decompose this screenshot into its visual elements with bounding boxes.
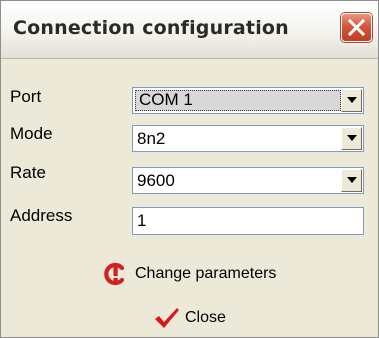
connection-configuration-dialog: Connection configuration Port COM 1 Mode… xyxy=(0,0,379,338)
close-label: Close xyxy=(185,309,226,326)
title-bar: Connection configuration xyxy=(1,1,378,59)
mode-value: 8n2 xyxy=(137,129,166,148)
port-select[interactable]: COM 1 xyxy=(132,87,364,114)
rate-label: Rate xyxy=(10,163,46,182)
checkmark-icon xyxy=(154,307,180,329)
dialog-title: Connection configuration xyxy=(13,17,289,39)
port-label: Port xyxy=(10,87,42,106)
rate-value: 9600 xyxy=(137,171,175,190)
mode-label: Mode xyxy=(10,124,53,143)
change-parameters-button[interactable]: Change parameters xyxy=(102,262,276,286)
port-dropdown-button[interactable] xyxy=(341,89,362,112)
address-input[interactable] xyxy=(132,207,364,235)
port-value: COM 1 xyxy=(139,90,193,109)
change-parameters-icon xyxy=(102,262,128,286)
rate-select[interactable]: 9600 xyxy=(132,167,364,194)
address-label: Address xyxy=(10,206,73,225)
change-parameters-label: Change parameters xyxy=(135,265,277,282)
close-button[interactable]: Close xyxy=(154,307,226,329)
rate-dropdown-button[interactable] xyxy=(341,169,362,192)
close-window-button[interactable] xyxy=(341,13,372,42)
mode-dropdown-button[interactable] xyxy=(341,127,362,150)
dialog-body: Port COM 1 Mode 8n2 Rate 9600 Address 1 … xyxy=(1,59,378,337)
mode-select[interactable]: 8n2 xyxy=(132,125,364,152)
